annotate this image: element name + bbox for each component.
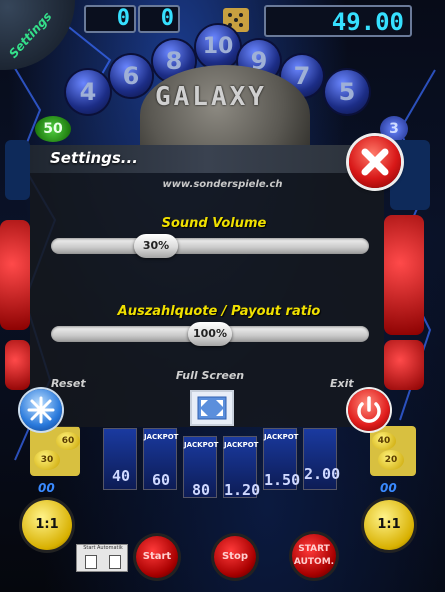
fullscreen-label: Full Screen (175, 369, 245, 382)
side-badge-left: 50 (35, 116, 71, 142)
fullscreen-icon (197, 396, 227, 420)
money-display: 49.00 (264, 5, 412, 37)
reels-area: 40 JACKPOT 60 JACKPOT 80 JACKPOT 1.20 JA… (100, 428, 345, 499)
reset-icon (27, 396, 55, 424)
fullscreen-button[interactable] (190, 390, 234, 426)
payout-ratio-thumb[interactable]: 100% (188, 322, 232, 346)
reel: JACKPOT 1.50 (263, 428, 301, 490)
reel: 40 (103, 428, 137, 490)
reel-value: 40 (111, 467, 131, 485)
reel: 2.00 (303, 428, 341, 490)
auto-start-switch[interactable] (85, 555, 97, 569)
nudge-button-left[interactable]: 1:1 (22, 500, 72, 550)
left-oo: 00 (38, 481, 55, 495)
reel-jackpot: JACKPOT (184, 441, 219, 449)
game-title: GALAXY (155, 82, 267, 112)
reel-jackpot: JACKPOT (264, 433, 299, 441)
coin-40: 40 (372, 432, 396, 450)
auto-start-label: Start Automatik (83, 545, 123, 551)
reel: JACKPOT 1.20 (223, 436, 261, 499)
start-button[interactable]: Start (136, 536, 178, 578)
right-oo: 00 (380, 481, 397, 495)
sound-volume-slider[interactable] (51, 238, 369, 254)
sound-volume-thumb[interactable]: 30% (134, 234, 178, 258)
payout-ratio-label: Auszahlquote / Payout ratio (117, 304, 321, 319)
ball-5: 5 (325, 70, 369, 114)
reel: JACKPOT 80 (183, 436, 219, 499)
exit-button[interactable] (348, 389, 390, 431)
ball-6: 6 (110, 55, 152, 97)
stop-button[interactable]: Stop (214, 536, 256, 578)
auto-start-panel[interactable]: Start Automatik (76, 544, 128, 572)
settings-tab-label: Settings (6, 9, 55, 61)
website-url[interactable]: www.sonderspiele.ch (0, 179, 445, 190)
reel-jackpot: JACKPOT (144, 433, 179, 441)
sound-volume-label: Sound Volume (161, 216, 267, 231)
reel-value: 2.00 (304, 465, 341, 483)
nudge-button-right[interactable]: 1:1 (364, 500, 414, 550)
right-risk-ladder-lower (384, 340, 424, 390)
coin-20: 20 (378, 450, 404, 470)
reel-value: 60 (151, 471, 171, 489)
reset-button[interactable] (20, 389, 62, 431)
start-auto-button[interactable]: START AUTOM. (292, 534, 336, 578)
left-blue-ladder (5, 140, 30, 200)
ball-10: 10 (196, 25, 240, 69)
power-icon (357, 396, 381, 423)
left-risk-ladder-lower (5, 340, 30, 390)
ball-4: 4 (66, 70, 110, 114)
coin-30: 30 (34, 450, 60, 470)
credit-display: 0 (84, 5, 136, 33)
auto-start-indicator (109, 555, 121, 569)
coin-60: 60 (56, 432, 80, 450)
bet-display: 0 (138, 5, 180, 33)
reel: JACKPOT 60 (143, 428, 179, 490)
settings-dialog-title: Settings... (50, 149, 138, 167)
reel-value: 1.20 (224, 481, 261, 499)
reel-value: 1.50 (264, 471, 301, 489)
reel-jackpot: JACKPOT (224, 441, 259, 449)
reel-value: 80 (191, 481, 211, 499)
